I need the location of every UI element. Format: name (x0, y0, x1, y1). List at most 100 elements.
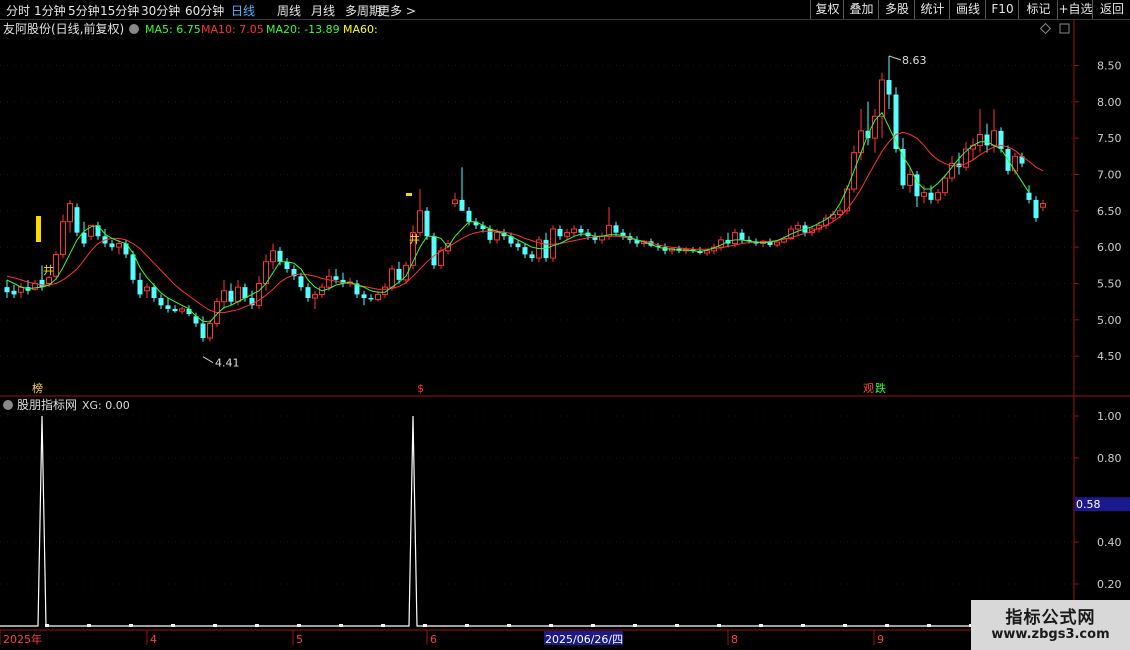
baseline-dot (87, 624, 91, 627)
date-label: 8 (731, 633, 738, 646)
candle-body-up (921, 192, 927, 197)
candle-body-up (564, 232, 570, 237)
square-icon[interactable] (1059, 23, 1070, 34)
candle-body-down (424, 210, 430, 237)
candle-body-down (165, 305, 171, 309)
candle-body-up (837, 210, 843, 215)
candle-body-down (431, 236, 437, 266)
candle-body-up (60, 221, 66, 255)
candle-body-down (242, 287, 248, 299)
diamond-icon[interactable] (1039, 22, 1052, 35)
current-value-label: 0.58 (1076, 498, 1101, 511)
price-tick-label: 7.50 (1097, 132, 1122, 145)
chevron-down-icon (3, 400, 13, 410)
baseline-dot (171, 624, 175, 627)
candle-body-down (998, 130, 1004, 150)
marker-dollar: $ (417, 382, 424, 395)
candle-body-down (368, 298, 374, 300)
candle-body-down (361, 294, 367, 299)
baseline-dot (759, 624, 763, 627)
candle-body-down (39, 279, 45, 288)
candle-body-up (907, 173, 913, 186)
candle-body-down (11, 290, 17, 295)
candle-body-up (116, 243, 122, 248)
candle-body-up (389, 268, 395, 288)
candle-body-up (46, 277, 52, 285)
candle-body-down (459, 199, 465, 211)
candle-body-up (991, 130, 997, 146)
date-label: 2025年 (3, 632, 42, 646)
candle-body-up (53, 253, 59, 277)
xg-signal-line (0, 415, 1074, 627)
candle-body-up (732, 232, 738, 245)
indicator-xg-value: XG: 0.00 (82, 399, 130, 412)
stock-name-label: 友阿股份(日线,前复权) (3, 21, 124, 36)
date-label: 4 (150, 633, 157, 646)
low-price-label: 4.41 (215, 357, 240, 370)
candle-body-down (613, 225, 619, 233)
candle-body-up (438, 250, 444, 266)
stock-chart: 友阿股份(日线,前复权) MA5: 6.75 MA10: 7.05 MA20: -13… (0, 20, 1130, 646)
date-label: 5 (296, 633, 303, 646)
price-tick-label: 7.00 (1097, 168, 1122, 181)
candle-body-up (256, 283, 262, 306)
candle-body-down (529, 254, 535, 259)
candle-body-up (417, 210, 423, 234)
candle-body-down (1033, 199, 1039, 219)
candle-body-up (942, 177, 948, 194)
price-tick-label: 5.00 (1097, 314, 1122, 327)
candle-body-up (221, 290, 227, 303)
baseline-dot (339, 624, 343, 627)
candle-body-down (578, 228, 584, 233)
baseline-dot (423, 624, 427, 627)
baseline-dot (129, 624, 133, 627)
baseline-dot (381, 624, 385, 627)
indicator-tick-label: 0.80 (1097, 452, 1122, 465)
baseline-dot (633, 624, 637, 627)
candle-body-up (774, 241, 780, 246)
candle-body-down (900, 149, 906, 186)
watermark-url: www.zbgs3.com (991, 627, 1110, 642)
baseline-dot (801, 624, 805, 627)
signal-bar (36, 216, 41, 242)
candle-body-down (886, 79, 892, 95)
signal-mark: 井 (409, 232, 420, 246)
ma5-line (6, 111, 1030, 323)
candle-body-up (795, 224, 801, 230)
candle-body-up (144, 286, 150, 292)
date-label: 6 (430, 633, 437, 646)
high-price-label: 8.63 (902, 54, 927, 67)
indicator-tick-label: 0.40 (1097, 536, 1122, 549)
baseline-dot (465, 624, 469, 627)
candle-body-up (704, 250, 710, 254)
candle-body-up (207, 322, 213, 339)
high-pointer (888, 55, 902, 61)
candle-body-down (305, 287, 311, 299)
candle-body-down (515, 243, 521, 248)
candle-body-up (375, 293, 381, 300)
baseline-dot (717, 624, 721, 627)
indicator-tick-label: 0.20 (1097, 578, 1122, 591)
marker-die: 跌 (875, 381, 886, 395)
candle-body-up (312, 293, 318, 299)
candle-body-down (228, 290, 234, 302)
candle-body-down (277, 250, 283, 262)
baseline-dot (843, 624, 847, 627)
price-tick-label: 5.50 (1097, 278, 1122, 291)
ma60-label: MA60: (343, 23, 378, 36)
candle-body-down (333, 276, 339, 280)
candle-body-down (186, 308, 192, 315)
baseline-dot (297, 624, 301, 627)
price-tick-label: 8.00 (1097, 96, 1122, 109)
low-pointer (202, 356, 214, 364)
candle-body-down (396, 268, 402, 280)
candle-body-down (466, 210, 472, 222)
ma10-line (6, 131, 1044, 314)
candle-body-up (67, 203, 73, 223)
candle-body-down (4, 287, 10, 293)
baseline-dot (507, 624, 511, 627)
price-tick-label: 4.50 (1097, 350, 1122, 363)
candle-body-down (284, 261, 290, 269)
candle-body-down (151, 287, 157, 299)
signal-dash (406, 193, 412, 196)
